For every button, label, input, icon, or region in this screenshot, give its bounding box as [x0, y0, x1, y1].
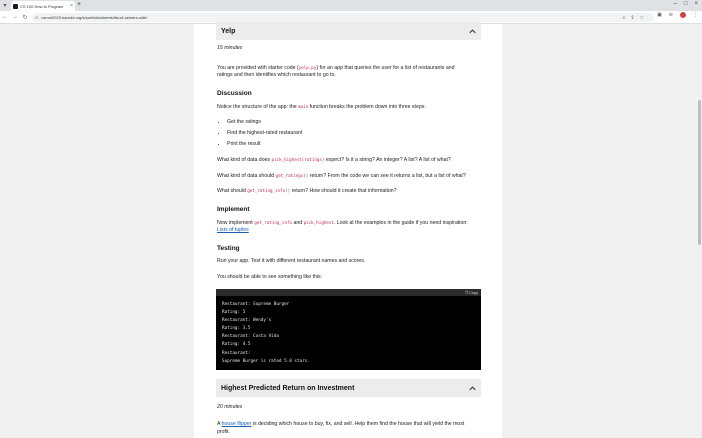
close-window-icon[interactable]: ×: [694, 1, 698, 7]
tab-menu-icon[interactable]: ▾: [0, 0, 10, 11]
minimize-icon[interactable]: –: [674, 1, 677, 7]
avatar[interactable]: [680, 12, 686, 18]
inline-code: get_ratings(): [275, 173, 309, 178]
lists-of-tuples-link[interactable]: Lists of tuples: [217, 227, 249, 233]
scrollbar[interactable]: [697, 24, 702, 438]
copy-button[interactable]: ❐ Copy: [464, 290, 478, 296]
heading-testing: Testing: [217, 245, 240, 252]
paragraph-testing-1: Run your app. Test it with different res…: [217, 258, 366, 264]
share-icon[interactable]: ⇪: [630, 15, 634, 21]
section-title: Highest Predicted Return on Investment: [221, 384, 355, 392]
inline-code: get_rating_info: [254, 220, 293, 225]
inline-code: get_rating_info(): [247, 188, 291, 193]
copy-icon: ❐: [464, 291, 469, 295]
paragraph-roi: A house flipper is deciding which house …: [217, 421, 465, 427]
code-block-header: ❐ Copy: [216, 289, 481, 296]
code-output: Restaurant: Supreme Burger Rating: 5 Res…: [216, 296, 481, 371]
heading-implement: Implement: [217, 206, 250, 213]
zoom-icon[interactable]: ⌕: [623, 15, 626, 21]
window-controls: – □ ×: [674, 1, 698, 7]
menu-kebab-icon[interactable]: ⋮: [693, 12, 698, 18]
site-info-icon[interactable]: ⊙: [35, 15, 38, 20]
paragraph-testing-2: You should be able to see something like…: [217, 274, 323, 280]
profile-sync-icon[interactable]: ⊖: [669, 12, 673, 18]
code-line: Rating: 4.5: [222, 342, 251, 348]
reload-icon[interactable]: ↻: [20, 14, 30, 21]
code-line: Rating: 3.5: [222, 326, 251, 332]
chevron-up-icon[interactable]: [469, 385, 476, 392]
maximize-icon[interactable]: □: [684, 1, 688, 7]
extensions-icon[interactable]: ▣: [657, 12, 662, 18]
question-1: What kind of data does pick_highest(rati…: [217, 157, 451, 163]
paragraph-implement: Now implement get_rating_info and pick_h…: [217, 220, 468, 226]
inline-code: main: [298, 104, 309, 109]
address-bar[interactable]: ⊙ csmm2023.harrold.org/s/portfolio/sheet…: [32, 13, 654, 22]
time-estimate: 20 minutes: [217, 404, 243, 410]
question-3: What should get_rating_info() return? Ho…: [217, 188, 397, 194]
tab-title: CS 100 How to Program: [20, 3, 64, 9]
bookmark-star-icon[interactable]: ☆: [640, 15, 644, 21]
code-line: Supreme Burger is rated 5.0 stars.: [222, 358, 310, 364]
paragraph-discussion: Notice the structure of the app: the mai…: [217, 104, 426, 110]
url-text: csmm2023.harrold.org/s/portfolio/sheets/…: [41, 15, 148, 20]
code-block: ❐ Copy Restaurant: Supreme Burger Rating:…: [216, 289, 481, 370]
code-line: Restaurant: Wendy's: [222, 318, 272, 324]
heading-discussion: Discussion: [217, 90, 252, 97]
paragraph-roi-cont: profit.: [217, 429, 230, 435]
inline-code: pick_highest(ratings): [271, 157, 325, 162]
tab-bar: ▾: [0, 0, 702, 11]
inline-code: pick_highest: [303, 220, 334, 225]
code-line: Restaurant: Costa Vida: [222, 334, 279, 340]
steps-list: Get the ratings Find the highest-rated r…: [222, 119, 302, 152]
list-item: Get the ratings: [227, 119, 302, 130]
code-line: Restaurant:: [222, 350, 251, 356]
scrollbar-thumb[interactable]: [698, 100, 701, 245]
paragraph-intro: You are provided with starter code (yelp…: [217, 65, 455, 71]
accordion-header-roi[interactable]: Highest Predicted Return on Investment: [216, 379, 481, 397]
house-flipper-link[interactable]: house flipper: [222, 421, 252, 427]
section-title: Yelp: [221, 27, 236, 35]
question-2: What kind of data should get_ratings() r…: [217, 173, 466, 179]
new-tab-icon[interactable]: +: [77, 1, 81, 8]
paragraph-intro-cont: ratings and then identifies which restau…: [217, 72, 336, 78]
forward-icon[interactable]: →: [10, 14, 20, 20]
inline-code: yelp.py: [298, 65, 317, 70]
list-item: Print the result: [227, 141, 302, 152]
code-line: Restaurant: Supreme Burger: [222, 302, 290, 307]
accordion-header-yelp[interactable]: Yelp: [216, 22, 481, 40]
code-line: Rating: 5: [222, 310, 246, 316]
time-estimate: 15 minutes: [217, 45, 243, 51]
favicon-icon: [13, 3, 18, 9]
list-item: Find the highest-rated restaurant: [227, 130, 302, 141]
browser-tab[interactable]: CS 100 How to Program ×: [11, 1, 75, 11]
chevron-up-icon[interactable]: [469, 28, 476, 35]
paragraph-implement-link: Lists of tuples: [217, 227, 249, 234]
tab-close-icon[interactable]: ×: [70, 3, 73, 9]
back-icon[interactable]: ←: [0, 14, 10, 20]
